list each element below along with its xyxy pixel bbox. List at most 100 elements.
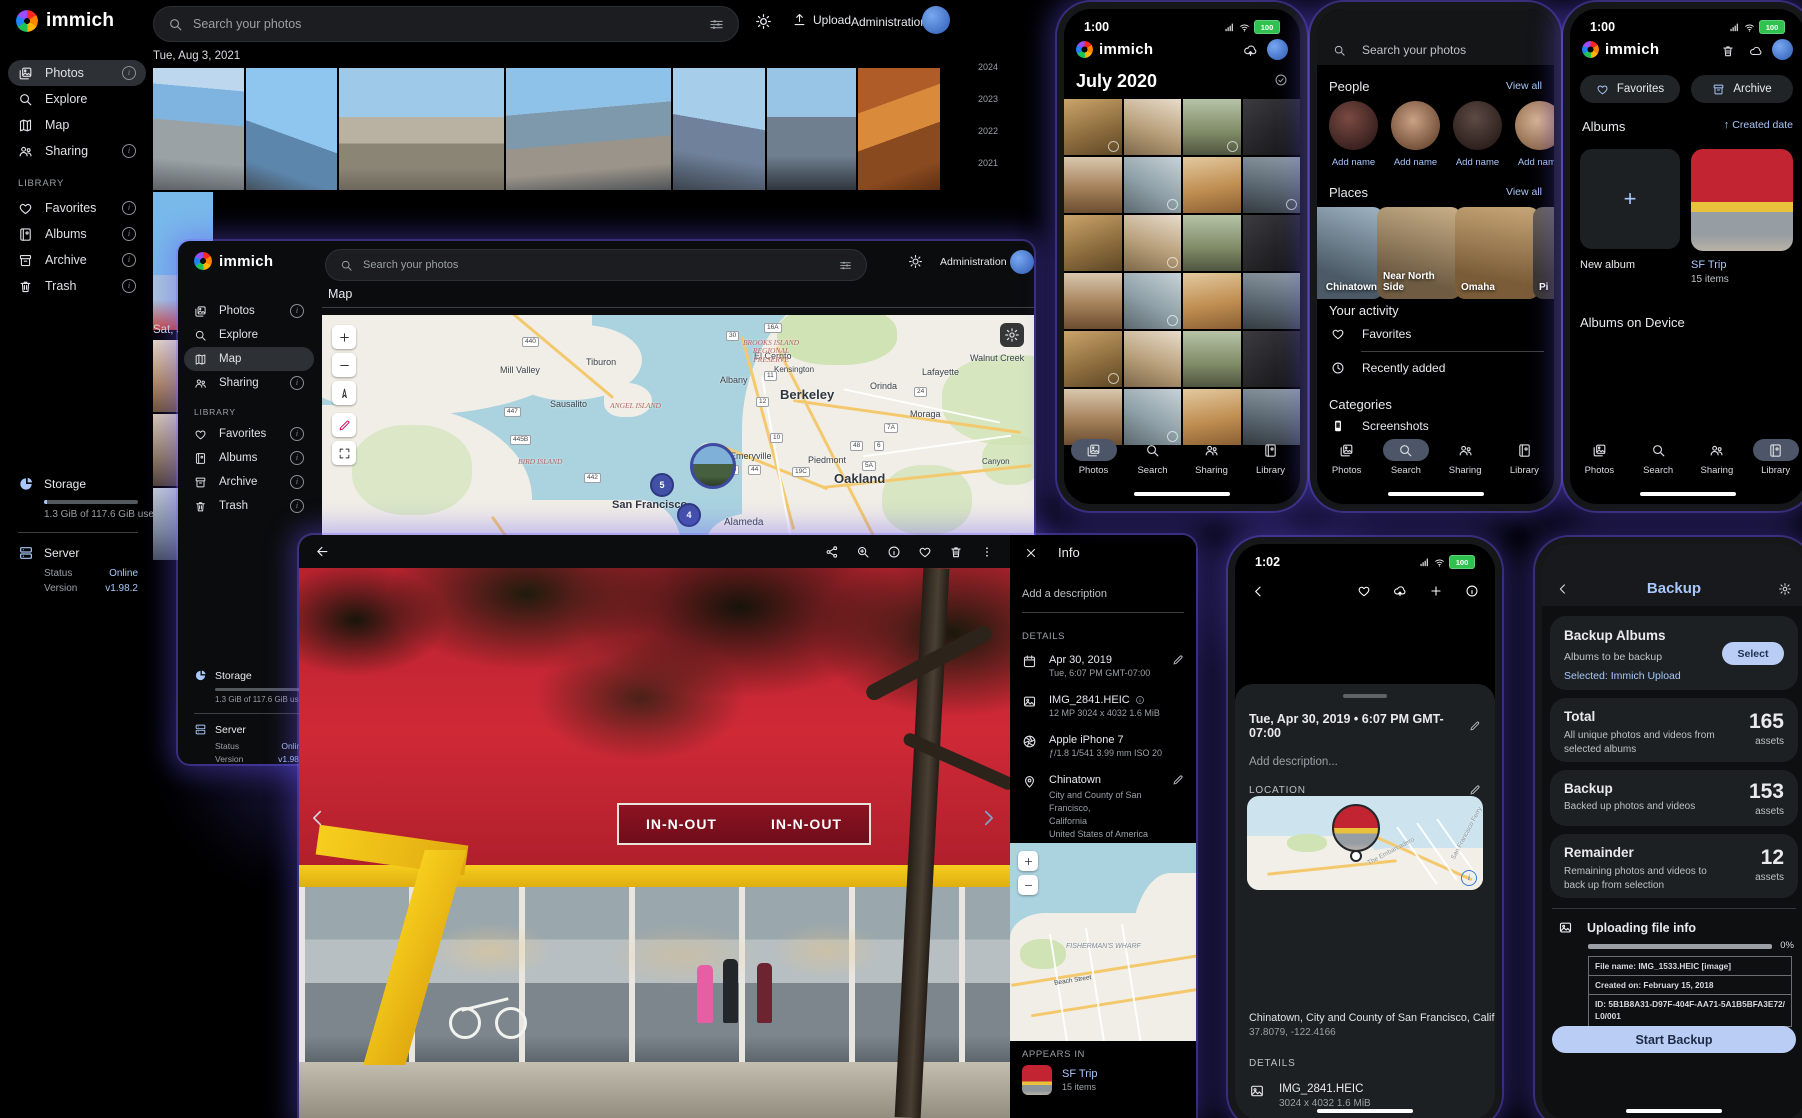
user-avatar[interactable] [1267, 39, 1288, 60]
place-tile[interactable]: Chinatown [1317, 207, 1383, 299]
user-avatar[interactable] [1010, 250, 1034, 274]
photo-thumb[interactable] [1183, 273, 1241, 329]
nav-search[interactable]: Search [1632, 439, 1684, 476]
photo-thumb[interactable] [1124, 99, 1182, 155]
add-icon[interactable] [1429, 584, 1443, 598]
nav-library[interactable]: Library [1498, 439, 1550, 476]
minimap-zoom-out[interactable] [1018, 875, 1038, 895]
photo-thumb[interactable] [1243, 99, 1301, 155]
person-item[interactable]: Add name [1391, 101, 1440, 168]
more-options-icon[interactable] [980, 545, 994, 559]
photo-thumb[interactable] [1124, 273, 1182, 329]
sidebar-item-favorites[interactable]: Favorites i [8, 195, 146, 221]
photo-thumbnail[interactable] [673, 68, 765, 190]
next-photo-button[interactable] [977, 807, 999, 829]
previous-photo-button[interactable] [307, 807, 329, 829]
sidebar-item-map[interactable]: Map [8, 112, 146, 138]
photo-thumb[interactable] [1243, 273, 1301, 329]
info-minimap[interactable]: FISHERMAN'S WHARF Beach Street [1010, 843, 1196, 1041]
search-bar[interactable]: Search your photos [153, 6, 739, 42]
settings-gear-icon[interactable] [1778, 582, 1792, 596]
photo-location-marker[interactable] [1332, 804, 1380, 852]
filter-icon[interactable] [839, 259, 852, 272]
map-compass-button[interactable] [332, 381, 356, 405]
nav-sharing[interactable]: Sharing [1691, 439, 1743, 476]
map-fullscreen-button[interactable] [332, 441, 356, 465]
map-info-icon[interactable]: i [1461, 870, 1477, 886]
map-cluster-marker[interactable]: 5 [650, 473, 674, 497]
sidebar-item-sharing[interactable]: Sharing i [8, 138, 146, 164]
photo-thumbnail[interactable] [767, 68, 856, 190]
photo-thumbnail[interactable] [246, 68, 337, 190]
home-indicator[interactable] [1626, 1109, 1722, 1113]
person-item[interactable]: Add name [1515, 101, 1554, 168]
add-name-link[interactable]: Add name [1453, 157, 1502, 168]
nav-photos[interactable]: Photos [1573, 439, 1625, 476]
cloud-sync-icon[interactable] [1749, 44, 1763, 58]
select-albums-button[interactable]: Select [1722, 642, 1784, 665]
photo-thumb[interactable] [1064, 273, 1122, 329]
photo-thumb[interactable] [1064, 157, 1122, 213]
file-info-icon[interactable] [1135, 695, 1145, 705]
user-avatar[interactable] [1772, 39, 1793, 60]
theme-toggle-button[interactable] [755, 13, 772, 30]
home-indicator[interactable] [1134, 492, 1230, 496]
sidebar-item-trash[interactable]: Trash i [184, 494, 314, 518]
photo-thumb[interactable] [1183, 157, 1241, 213]
select-all-icon[interactable] [1274, 73, 1288, 87]
place-tile[interactable]: Omaha [1455, 207, 1539, 299]
nav-sharing[interactable]: Sharing [1186, 439, 1238, 476]
photo-thumb[interactable] [1243, 389, 1301, 445]
sidebar-item-favorites[interactable]: Favorites i [184, 422, 314, 446]
description-input[interactable]: Add a description [1010, 560, 1196, 600]
app-logo[interactable]: immich [194, 252, 273, 270]
user-avatar[interactable] [922, 6, 950, 34]
photo-thumb[interactable] [1183, 331, 1241, 387]
nav-library[interactable]: Library [1750, 439, 1802, 476]
nav-library[interactable]: Library [1245, 439, 1297, 476]
timeline-scrubber[interactable]: 2024 2023 2022 2021 [938, 62, 998, 168]
photo-thumbnail[interactable] [858, 68, 940, 190]
photo-thumbnail[interactable] [153, 68, 244, 190]
album-link-row[interactable]: SF Trip 15 items [1022, 1065, 1097, 1095]
sidebar-item-archive[interactable]: Archive i [8, 247, 146, 273]
photo-viewer-image[interactable]: IN-N-OUT IN-N-OUT [299, 535, 1010, 1118]
zoom-icon[interactable] [856, 545, 870, 559]
photo-thumb[interactable] [1243, 157, 1301, 213]
home-indicator[interactable] [1388, 492, 1484, 496]
search-input[interactable]: Search your photos [1333, 43, 1466, 57]
sidebar-item-explore[interactable]: Explore [8, 86, 146, 112]
person-item[interactable]: Add name [1329, 101, 1378, 168]
sidebar-item-albums[interactable]: Albums i [8, 221, 146, 247]
people-view-all-link[interactable]: View all [1506, 80, 1542, 92]
cloud-sync-icon[interactable] [1243, 43, 1258, 58]
favorite-icon[interactable] [1357, 584, 1371, 598]
nav-sharing[interactable]: Sharing [1439, 439, 1491, 476]
map-draw-button[interactable] [332, 413, 356, 437]
screenshots-row[interactable]: Screenshots [1331, 419, 1429, 433]
photo-thumb[interactable] [1124, 157, 1182, 213]
photo-thumb[interactable] [1183, 215, 1241, 271]
home-indicator[interactable] [1640, 492, 1736, 496]
sidebar-item-photos[interactable]: Photos i [184, 299, 314, 323]
share-icon[interactable] [825, 545, 839, 559]
sidebar-item-trash[interactable]: Trash i [8, 273, 146, 299]
photo-thumb[interactable] [1124, 389, 1182, 445]
sidebar-item-sharing[interactable]: Sharing i [184, 371, 314, 395]
info-icon[interactable] [887, 545, 901, 559]
photo-thumbnail[interactable] [506, 68, 671, 190]
sidebar-item-explore[interactable]: Explore [184, 323, 314, 347]
photo-thumb[interactable] [1064, 331, 1122, 387]
start-backup-button[interactable]: Start Backup [1552, 1026, 1796, 1053]
sidebar-item-archive[interactable]: Archive i [184, 470, 314, 494]
add-name-link[interactable]: Add name [1515, 157, 1554, 168]
favorites-button[interactable]: Favorites [1580, 75, 1680, 103]
map-settings-button[interactable] [1000, 323, 1024, 347]
edit-location-icon[interactable] [1172, 774, 1184, 786]
photo-thumb[interactable] [1183, 99, 1241, 155]
archive-button[interactable]: Archive [1691, 75, 1793, 103]
photo-thumb[interactable] [1243, 215, 1301, 271]
edit-date-icon[interactable] [1172, 654, 1184, 666]
info-icon[interactable] [1465, 584, 1479, 598]
filter-icon[interactable] [709, 17, 724, 32]
